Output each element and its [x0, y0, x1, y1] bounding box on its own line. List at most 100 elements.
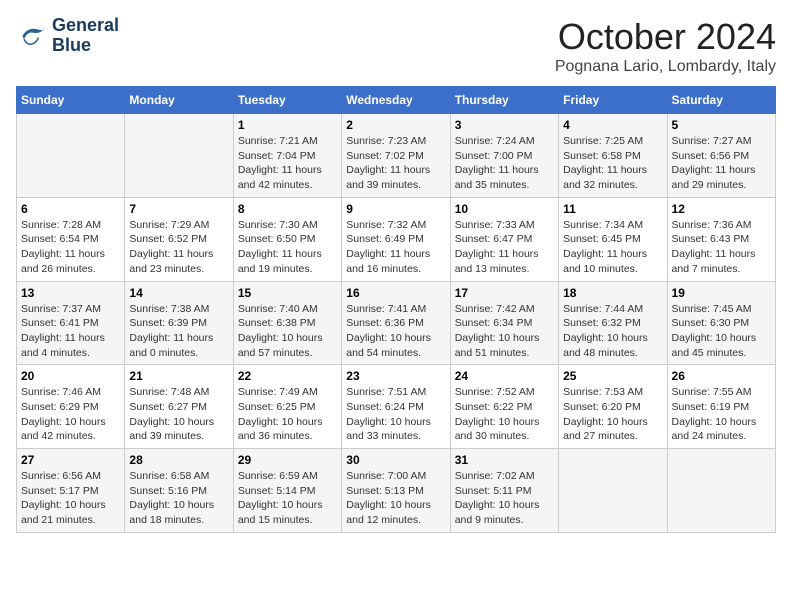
calendar-cell: 10 Sunrise: 7:33 AM Sunset: 6:47 PM Dayli…: [450, 197, 558, 281]
day-number: 25: [563, 369, 662, 383]
day-number: 22: [238, 369, 337, 383]
day-number: 1: [238, 118, 337, 132]
page-header: General Blue October 2024 Pognana Lario,…: [16, 16, 776, 76]
day-number: 13: [21, 286, 120, 300]
column-header-wednesday: Wednesday: [342, 87, 450, 114]
logo-text: General Blue: [52, 16, 119, 56]
calendar-table: SundayMondayTuesdayWednesdayThursdayFrid…: [16, 86, 776, 533]
day-info: Sunrise: 7:23 AM Sunset: 7:02 PM Dayligh…: [346, 134, 445, 193]
day-info: Sunrise: 7:33 AM Sunset: 6:47 PM Dayligh…: [455, 218, 554, 277]
day-info: Sunrise: 7:29 AM Sunset: 6:52 PM Dayligh…: [129, 218, 228, 277]
day-info: Sunrise: 7:44 AM Sunset: 6:32 PM Dayligh…: [563, 302, 662, 361]
day-number: 21: [129, 369, 228, 383]
day-info: Sunrise: 7:53 AM Sunset: 6:20 PM Dayligh…: [563, 385, 662, 444]
day-number: 9: [346, 202, 445, 216]
day-info: Sunrise: 6:59 AM Sunset: 5:14 PM Dayligh…: [238, 469, 337, 528]
location-title: Pognana Lario, Lombardy, Italy: [555, 58, 776, 76]
logo-icon: [16, 20, 48, 52]
calendar-cell: 17 Sunrise: 7:42 AM Sunset: 6:34 PM Dayli…: [450, 281, 558, 365]
day-number: 3: [455, 118, 554, 132]
calendar-cell: 2 Sunrise: 7:23 AM Sunset: 7:02 PM Daylig…: [342, 114, 450, 198]
day-info: Sunrise: 7:34 AM Sunset: 6:45 PM Dayligh…: [563, 218, 662, 277]
day-info: Sunrise: 7:46 AM Sunset: 6:29 PM Dayligh…: [21, 385, 120, 444]
day-number: 7: [129, 202, 228, 216]
calendar-cell: 8 Sunrise: 7:30 AM Sunset: 6:50 PM Daylig…: [233, 197, 341, 281]
calendar-week-row: 13 Sunrise: 7:37 AM Sunset: 6:41 PM Dayli…: [17, 281, 776, 365]
day-number: 29: [238, 453, 337, 467]
day-number: 14: [129, 286, 228, 300]
day-info: Sunrise: 7:49 AM Sunset: 6:25 PM Dayligh…: [238, 385, 337, 444]
column-header-friday: Friday: [559, 87, 667, 114]
calendar-cell: 28Sunrise: 6:58 AM Sunset: 5:16 PM Dayli…: [125, 449, 233, 533]
day-number: 24: [455, 369, 554, 383]
day-info: Sunrise: 7:28 AM Sunset: 6:54 PM Dayligh…: [21, 218, 120, 277]
calendar-cell: [125, 114, 233, 198]
day-info: Sunrise: 7:41 AM Sunset: 6:36 PM Dayligh…: [346, 302, 445, 361]
day-info: Sunrise: 7:55 AM Sunset: 6:19 PM Dayligh…: [672, 385, 771, 444]
day-info: Sunrise: 7:24 AM Sunset: 7:00 PM Dayligh…: [455, 134, 554, 193]
calendar-cell: [559, 449, 667, 533]
calendar-cell: 22 Sunrise: 7:49 AM Sunset: 6:25 PM Dayli…: [233, 365, 341, 449]
calendar-cell: 23Sunrise: 7:51 AM Sunset: 6:24 PM Dayli…: [342, 365, 450, 449]
calendar-cell: 18 Sunrise: 7:44 AM Sunset: 6:32 PM Dayli…: [559, 281, 667, 365]
day-info: Sunrise: 7:25 AM Sunset: 6:58 PM Dayligh…: [563, 134, 662, 193]
calendar-cell: 30 Sunrise: 7:00 AM Sunset: 5:13 PM Dayli…: [342, 449, 450, 533]
calendar-week-row: 20 Sunrise: 7:46 AM Sunset: 6:29 PM Dayli…: [17, 365, 776, 449]
calendar-cell: 9 Sunrise: 7:32 AM Sunset: 6:49 PM Daylig…: [342, 197, 450, 281]
day-info: Sunrise: 7:52 AM Sunset: 6:22 PM Dayligh…: [455, 385, 554, 444]
day-info: Sunrise: 7:02 AM Sunset: 5:11 PM Dayligh…: [455, 469, 554, 528]
day-number: 2: [346, 118, 445, 132]
calendar-cell: [17, 114, 125, 198]
day-info: Sunrise: 7:40 AM Sunset: 6:38 PM Dayligh…: [238, 302, 337, 361]
calendar-cell: 7 Sunrise: 7:29 AM Sunset: 6:52 PM Daylig…: [125, 197, 233, 281]
column-header-tuesday: Tuesday: [233, 87, 341, 114]
day-number: 16: [346, 286, 445, 300]
day-number: 20: [21, 369, 120, 383]
day-number: 28: [129, 453, 228, 467]
calendar-cell: 12Sunrise: 7:36 AM Sunset: 6:43 PM Dayli…: [667, 197, 775, 281]
month-title: October 2024: [555, 16, 776, 58]
calendar-cell: 21Sunrise: 7:48 AM Sunset: 6:27 PM Dayli…: [125, 365, 233, 449]
calendar-cell: 27Sunrise: 6:56 AM Sunset: 5:17 PM Dayli…: [17, 449, 125, 533]
title-section: October 2024 Pognana Lario, Lombardy, It…: [555, 16, 776, 76]
calendar-cell: 25 Sunrise: 7:53 AM Sunset: 6:20 PM Dayli…: [559, 365, 667, 449]
calendar-cell: 5 Sunrise: 7:27 AM Sunset: 6:56 PM Daylig…: [667, 114, 775, 198]
calendar-cell: 14Sunrise: 7:38 AM Sunset: 6:39 PM Dayli…: [125, 281, 233, 365]
day-info: Sunrise: 7:21 AM Sunset: 7:04 PM Dayligh…: [238, 134, 337, 193]
calendar-cell: 29 Sunrise: 6:59 AM Sunset: 5:14 PM Dayli…: [233, 449, 341, 533]
calendar-cell: 6 Sunrise: 7:28 AM Sunset: 6:54 PM Daylig…: [17, 197, 125, 281]
day-info: Sunrise: 7:36 AM Sunset: 6:43 PM Dayligh…: [672, 218, 771, 277]
calendar-cell: 3 Sunrise: 7:24 AM Sunset: 7:00 PM Daylig…: [450, 114, 558, 198]
day-number: 4: [563, 118, 662, 132]
calendar-cell: 26 Sunrise: 7:55 AM Sunset: 6:19 PM Dayli…: [667, 365, 775, 449]
calendar-week-row: 1 Sunrise: 7:21 AM Sunset: 7:04 PM Daylig…: [17, 114, 776, 198]
day-number: 18: [563, 286, 662, 300]
day-number: 31: [455, 453, 554, 467]
day-info: Sunrise: 7:30 AM Sunset: 6:50 PM Dayligh…: [238, 218, 337, 277]
day-info: Sunrise: 7:42 AM Sunset: 6:34 PM Dayligh…: [455, 302, 554, 361]
column-header-saturday: Saturday: [667, 87, 775, 114]
day-number: 6: [21, 202, 120, 216]
calendar-cell: 24 Sunrise: 7:52 AM Sunset: 6:22 PM Dayli…: [450, 365, 558, 449]
column-header-thursday: Thursday: [450, 87, 558, 114]
calendar-cell: 19Sunrise: 7:45 AM Sunset: 6:30 PM Dayli…: [667, 281, 775, 365]
calendar-cell: 13 Sunrise: 7:37 AM Sunset: 6:41 PM Dayli…: [17, 281, 125, 365]
calendar-cell: [667, 449, 775, 533]
day-number: 26: [672, 369, 771, 383]
day-info: Sunrise: 7:37 AM Sunset: 6:41 PM Dayligh…: [21, 302, 120, 361]
day-number: 5: [672, 118, 771, 132]
day-number: 15: [238, 286, 337, 300]
day-number: 10: [455, 202, 554, 216]
calendar-cell: 15 Sunrise: 7:40 AM Sunset: 6:38 PM Dayli…: [233, 281, 341, 365]
day-info: Sunrise: 7:27 AM Sunset: 6:56 PM Dayligh…: [672, 134, 771, 193]
day-info: Sunrise: 6:56 AM Sunset: 5:17 PM Dayligh…: [21, 469, 120, 528]
day-number: 17: [455, 286, 554, 300]
calendar-cell: 16 Sunrise: 7:41 AM Sunset: 6:36 PM Dayli…: [342, 281, 450, 365]
calendar-week-row: 27Sunrise: 6:56 AM Sunset: 5:17 PM Dayli…: [17, 449, 776, 533]
day-number: 11: [563, 202, 662, 216]
day-number: 8: [238, 202, 337, 216]
calendar-cell: 11 Sunrise: 7:34 AM Sunset: 6:45 PM Dayli…: [559, 197, 667, 281]
day-number: 30: [346, 453, 445, 467]
day-info: Sunrise: 7:00 AM Sunset: 5:13 PM Dayligh…: [346, 469, 445, 528]
day-info: Sunrise: 7:32 AM Sunset: 6:49 PM Dayligh…: [346, 218, 445, 277]
